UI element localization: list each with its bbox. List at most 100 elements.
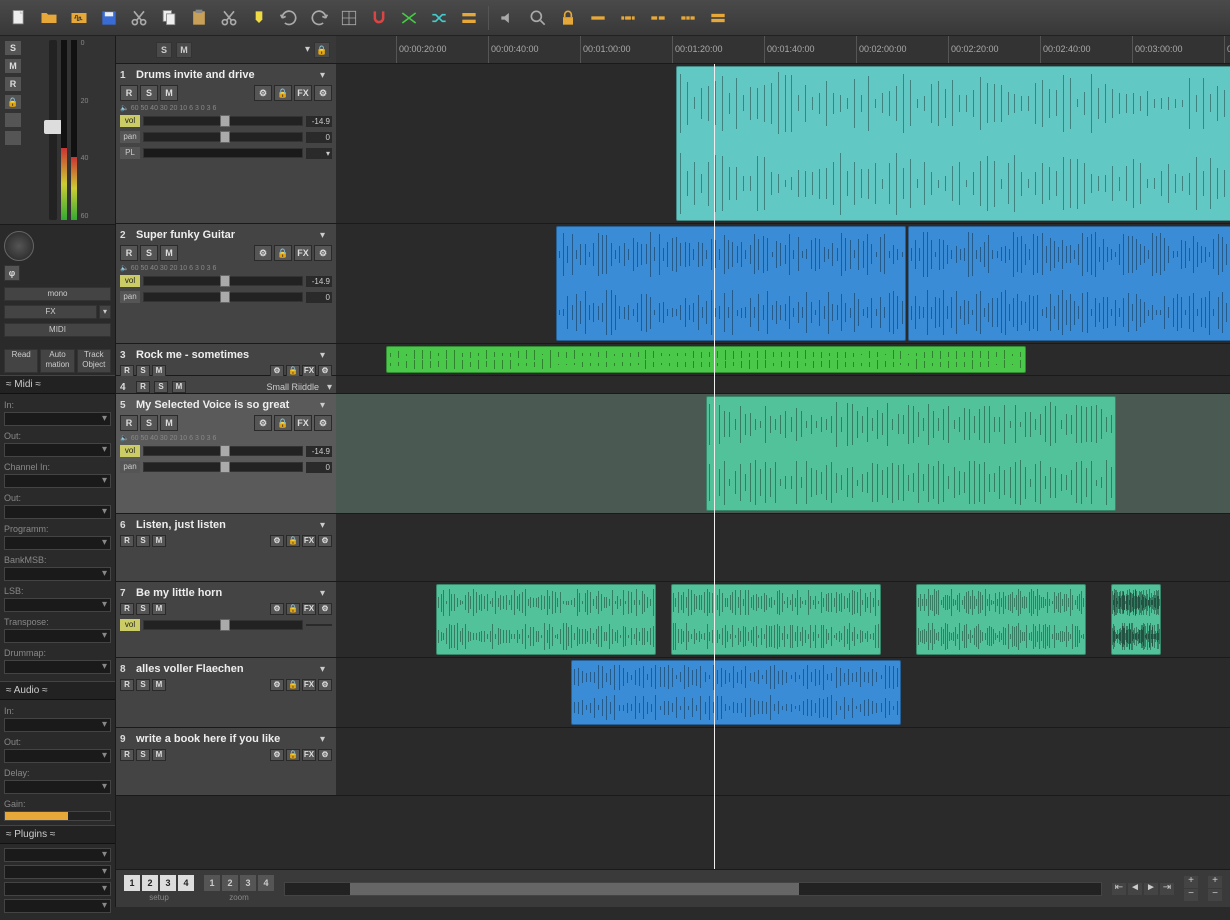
track-name[interactable]: My Selected Voice is so great bbox=[136, 399, 316, 411]
plugin-slot[interactable] bbox=[4, 882, 111, 896]
track-header[interactable]: 9write a book here if you like▾RSM⚙🔒FX⚙ bbox=[116, 728, 336, 795]
track-expand-button[interactable]: ▾ bbox=[320, 520, 332, 531]
gain-slider[interactable] bbox=[4, 811, 111, 821]
track-expand-button[interactable]: ▾ bbox=[320, 400, 332, 411]
track-rec-button[interactable]: R bbox=[120, 535, 134, 547]
track-aux-button[interactable]: ⚙ bbox=[314, 415, 332, 431]
audio-clip[interactable] bbox=[386, 346, 1026, 373]
master-aux-button[interactable] bbox=[4, 112, 22, 128]
mute-tool-button[interactable] bbox=[495, 5, 521, 31]
mode-track-button[interactable]: Track Object bbox=[77, 349, 111, 373]
track-name[interactable]: Drums invite and drive bbox=[136, 69, 316, 81]
track-gear-button[interactable]: ⚙ bbox=[270, 603, 284, 615]
tool-e-button[interactable] bbox=[705, 5, 731, 31]
field-dropdown[interactable] bbox=[4, 780, 111, 794]
snap-button[interactable] bbox=[366, 5, 392, 31]
vol-slider[interactable] bbox=[143, 276, 303, 286]
audio-clip[interactable] bbox=[916, 584, 1086, 655]
clips-lane[interactable] bbox=[336, 224, 1230, 343]
lock-button[interactable] bbox=[555, 5, 581, 31]
track-name[interactable]: alles voller Flaechen bbox=[136, 663, 316, 675]
tool-d-button[interactable] bbox=[675, 5, 701, 31]
track-name[interactable]: Listen, just listen bbox=[136, 519, 316, 531]
field-dropdown[interactable] bbox=[4, 474, 111, 488]
track-mute-button[interactable]: M bbox=[160, 245, 178, 261]
track-gear-button[interactable]: ⚙ bbox=[254, 245, 272, 261]
tool-b-button[interactable] bbox=[615, 5, 641, 31]
audio-clip[interactable] bbox=[706, 396, 1116, 511]
track-rec-button[interactable]: R bbox=[120, 679, 134, 691]
mode-auto-button[interactable]: Auto mation bbox=[40, 349, 74, 373]
tool-a-button[interactable] bbox=[585, 5, 611, 31]
field-dropdown[interactable] bbox=[4, 629, 111, 643]
track-mute-button[interactable]: M bbox=[152, 749, 166, 761]
plugins-section-header[interactable]: ≈ Plugins ≈ bbox=[0, 825, 115, 844]
track-gear-button[interactable]: ⚙ bbox=[270, 749, 284, 761]
track-fx-button[interactable]: FX bbox=[294, 85, 312, 101]
clips-lane[interactable] bbox=[336, 658, 1230, 727]
setup-preset-2[interactable]: 2 bbox=[142, 875, 158, 891]
master-aux-button[interactable] bbox=[4, 130, 22, 146]
cut-alt-button[interactable] bbox=[216, 5, 242, 31]
track-gear-button[interactable]: ⚙ bbox=[270, 679, 284, 691]
clips-lane[interactable] bbox=[336, 394, 1230, 513]
plugin-slot[interactable] bbox=[4, 865, 111, 879]
scroll-right-button[interactable]: ► bbox=[1144, 883, 1158, 895]
track-mute-button[interactable]: M bbox=[152, 679, 166, 691]
track-name[interactable]: Be my little horn bbox=[136, 587, 316, 599]
paste-button[interactable] bbox=[186, 5, 212, 31]
new-button[interactable] bbox=[6, 5, 32, 31]
track-rec-button[interactable]: R bbox=[120, 749, 134, 761]
field-dropdown[interactable] bbox=[4, 505, 111, 519]
clips-lane[interactable] bbox=[336, 344, 1230, 375]
track-lock-button[interactable]: 🔒 bbox=[286, 679, 300, 691]
track-lock-button[interactable]: 🔒 bbox=[274, 85, 292, 101]
track-header[interactable]: 3Rock me - sometimes▾RSM⚙🔒FX⚙ bbox=[116, 344, 336, 375]
lock-icon[interactable]: 🔒 bbox=[314, 42, 330, 58]
track-lock-button[interactable]: 🔒 bbox=[286, 749, 300, 761]
field-dropdown[interactable] bbox=[4, 718, 111, 732]
track-fx-button[interactable]: FX bbox=[302, 749, 316, 761]
track-solo-button[interactable]: S bbox=[136, 749, 150, 761]
track-rec-button[interactable]: R bbox=[120, 603, 134, 615]
master-aux-button[interactable]: 🔒 bbox=[4, 94, 22, 110]
setup-preset-3[interactable]: 3 bbox=[160, 875, 176, 891]
audio-section-header[interactable]: ≈ Audio ≈ bbox=[0, 681, 115, 700]
pan-slider[interactable] bbox=[143, 462, 303, 472]
track-name[interactable]: Super funky Guitar bbox=[136, 229, 316, 241]
zoom-out-h-button[interactable]: − bbox=[1184, 889, 1198, 901]
track-fx-button[interactable]: FX bbox=[302, 603, 316, 615]
import-audio-button[interactable] bbox=[66, 5, 92, 31]
track-solo-button[interactable]: S bbox=[140, 415, 158, 431]
fx-expand[interactable]: ▾ bbox=[99, 305, 111, 319]
grid-button[interactable] bbox=[336, 5, 362, 31]
mode-read-button[interactable]: Read bbox=[4, 349, 38, 373]
open-button[interactable] bbox=[36, 5, 62, 31]
global-mute-button[interactable]: M bbox=[176, 42, 192, 58]
zoom-preset-3[interactable]: 3 bbox=[240, 875, 256, 891]
zoom-tool-button[interactable] bbox=[525, 5, 551, 31]
track-rec-button[interactable]: R bbox=[120, 415, 138, 431]
track-header[interactable]: 8alles voller Flaechen▾RSM⚙🔒FX⚙ bbox=[116, 658, 336, 727]
zoom-preset-4[interactable]: 4 bbox=[258, 875, 274, 891]
plugin-slot[interactable] bbox=[4, 848, 111, 862]
track-aux-button[interactable]: ⚙ bbox=[314, 245, 332, 261]
track-gear-button[interactable]: ⚙ bbox=[254, 85, 272, 101]
track-gear-button[interactable]: ⚙ bbox=[254, 415, 272, 431]
track-aux-button[interactable]: ⚙ bbox=[318, 749, 332, 761]
track-solo-button[interactable]: S bbox=[136, 535, 150, 547]
shuffle-button[interactable] bbox=[426, 5, 452, 31]
track-name[interactable]: Rock me - sometimes bbox=[136, 349, 316, 361]
field-dropdown[interactable] bbox=[4, 412, 111, 426]
mono-button[interactable]: mono bbox=[4, 287, 111, 301]
audio-clip[interactable] bbox=[908, 226, 1230, 341]
track-aux-button[interactable]: ⚙ bbox=[318, 535, 332, 547]
track-header[interactable]: 4RSMSmall Riiddle▾ bbox=[116, 376, 336, 393]
audio-clip[interactable] bbox=[676, 66, 1230, 221]
master-r-button[interactable]: R bbox=[4, 76, 22, 92]
marker-button[interactable] bbox=[246, 5, 272, 31]
track-mute-button[interactable]: M bbox=[152, 603, 166, 615]
track-aux-button[interactable]: ⚙ bbox=[318, 679, 332, 691]
copy-button[interactable] bbox=[156, 5, 182, 31]
group-button[interactable] bbox=[456, 5, 482, 31]
